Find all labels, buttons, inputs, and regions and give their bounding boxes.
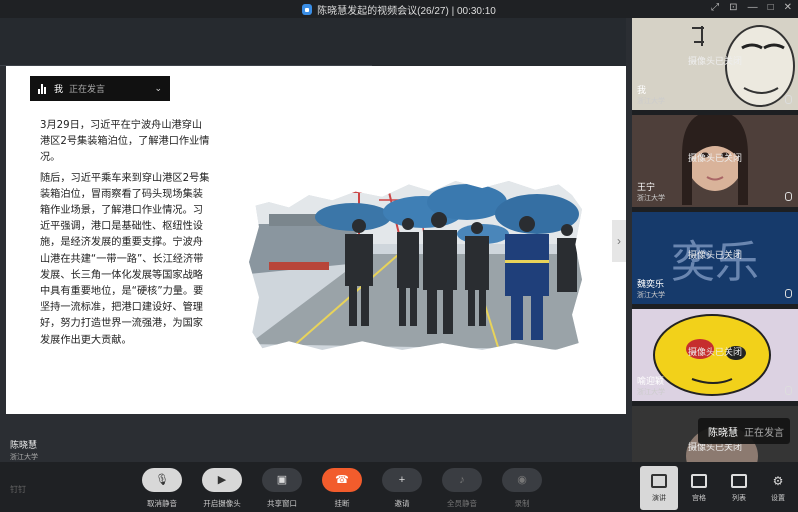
unmute-button[interactable]: 🎙 取消静音 [132,468,192,509]
camera-off-label: 摄像头已关闭 [687,250,742,260]
stage-speaker-org: 浙江大学 [10,454,38,461]
record-icon: ◉ [517,473,527,486]
mic-muted-icon [785,95,792,104]
mic-muted-icon [785,192,792,201]
volume-bars-icon [38,83,46,94]
mic-muted-icon [785,386,792,395]
list-view-button[interactable]: 列表 [720,466,758,510]
slide-paragraph-2: 随后，习近平乘车来到穿山港区2号集装箱泊位，冒雨察看了码头现场集装箱作业场景，了… [40,172,210,346]
pip-icon[interactable]: ⊡ [729,2,737,13]
hang-up-button[interactable]: ☎ 挂断 [312,468,372,509]
participant-org: 浙江大学 [637,292,665,299]
chevron-down-icon[interactable]: ⌄ [154,83,162,94]
stage-speaker-name: 陈晓慧 [10,440,38,450]
participant-name: 魏奕乐 [637,279,665,289]
window-controls: ⤢ ⊡ — □ ✕ [711,2,792,13]
maximize-icon[interactable]: □ [768,2,774,13]
active-speaker-name: 陈晓慧 [708,427,738,439]
banner-speaker: 我 [54,84,64,94]
speaking-banner[interactable]: 我 正在发言 ⌄ [30,76,170,101]
view-mode-group: 演讲 宫格 列表 [640,466,758,510]
grid-view-icon [691,474,707,488]
stage-top-area [0,18,626,66]
participant-tile[interactable]: 摄像头已关闭 我 浙江大学 [632,18,798,110]
share-window-button[interactable]: ▣ 共享窗口 [252,468,312,509]
minimize-icon[interactable]: — [748,2,758,13]
lock-icon [302,3,313,15]
mic-muted-icon [785,289,792,298]
mute-all-icon: ♪ [459,473,465,486]
shared-screen[interactable]: 我 正在发言 ⌄ 3月29日，习近平在宁波舟山港穿山港区2号集装箱泊位，了解港口… [6,66,626,414]
camera-off-label: 摄像头已关闭 [687,56,742,66]
participant-name: 我 [637,85,647,95]
camera-off-label: 摄像头已关闭 [687,347,742,357]
port-photo-illustration [249,181,582,350]
close-icon[interactable]: ✕ [784,2,792,13]
start-camera-button[interactable]: ▶ 开启摄像头 [192,468,252,509]
participant-org: 浙江大学 [637,389,665,396]
slide-paragraph-1: 3月29日，习近平在宁波舟山港穿山港区2号集装箱泊位，了解港口作业情况。 [40,120,210,164]
phone-hangup-icon: ☎ [335,473,349,486]
participant-tile[interactable]: 摄像头已关闭 王宁 浙江大学 [632,115,798,207]
participant-org: 浙江大学 [637,195,665,202]
participant-tile[interactable]: 摄像头已关闭 喻迎颖 浙江大学 [632,309,798,401]
slide-text: 3月29日，习近平在宁波舟山港穿山港区2号集装箱泊位，了解港口作业情况。 随后，… [40,118,212,353]
speaker-view-icon [651,474,667,488]
active-speaker-status: 正在发言 [744,427,784,439]
window-title: 陈晓慧发起的视频会议(26/27) | 00:30:10 [317,5,496,17]
participant-name: 王宁 [637,182,656,192]
grid-view-button[interactable]: 宫格 [680,466,718,510]
camera-off-icon: ▶ [217,473,227,486]
invite-button[interactable]: + 邀请 [372,468,432,509]
participant-name: 喻迎颖 [637,376,665,386]
settings-button[interactable]: ⚙ 设置 [764,466,792,510]
mute-all-button[interactable]: ♪ 全员静音 [432,468,492,509]
meeting-toolbar: 钉钉 🎙 取消静音 ▶ 开启摄像头 ▣ 共享窗口 ☎ 挂断 + 邀请 ♪ 全员静… [0,462,798,512]
banner-status: 正在发言 [69,84,106,94]
fullscreen-icon[interactable]: ⤢ [711,2,719,13]
speaker-view-button[interactable]: 演讲 [640,466,678,510]
participant-tile[interactable]: 奕乐 摄像头已关闭 魏奕乐 浙江大学 [632,212,798,304]
camera-off-label: 摄像头已关闭 [687,153,742,163]
list-view-icon [731,474,747,488]
main-stage: 我 正在发言 ⌄ 3月29日，习近平在宁波舟山港穿山港区2号集装箱泊位，了解港口… [0,18,632,476]
mic-off-icon: 🎙 [155,473,169,486]
dingtalk-logo: 钉钉 [10,485,26,494]
port-photo [249,181,582,350]
gear-icon: ⚙ [772,474,784,488]
add-user-icon: + [398,473,406,486]
participant-list[interactable]: 摄像头已关闭 我 浙江大学 摄像头已关闭 王宁 浙江大学 奕乐 摄像头已关闭 魏… [632,18,798,462]
next-page-arrow-icon[interactable]: › [612,220,626,262]
share-screen-icon: ▣ [276,473,288,486]
participant-org: 浙江大学 [637,98,665,105]
record-button[interactable]: ◉ 录制 [492,468,552,509]
title-bar: 陈晓慧发起的视频会议(26/27) | 00:30:10 ⤢ ⊡ — □ ✕ [0,0,798,18]
active-speaker-pill: 陈晓慧 正在发言 [698,418,790,444]
